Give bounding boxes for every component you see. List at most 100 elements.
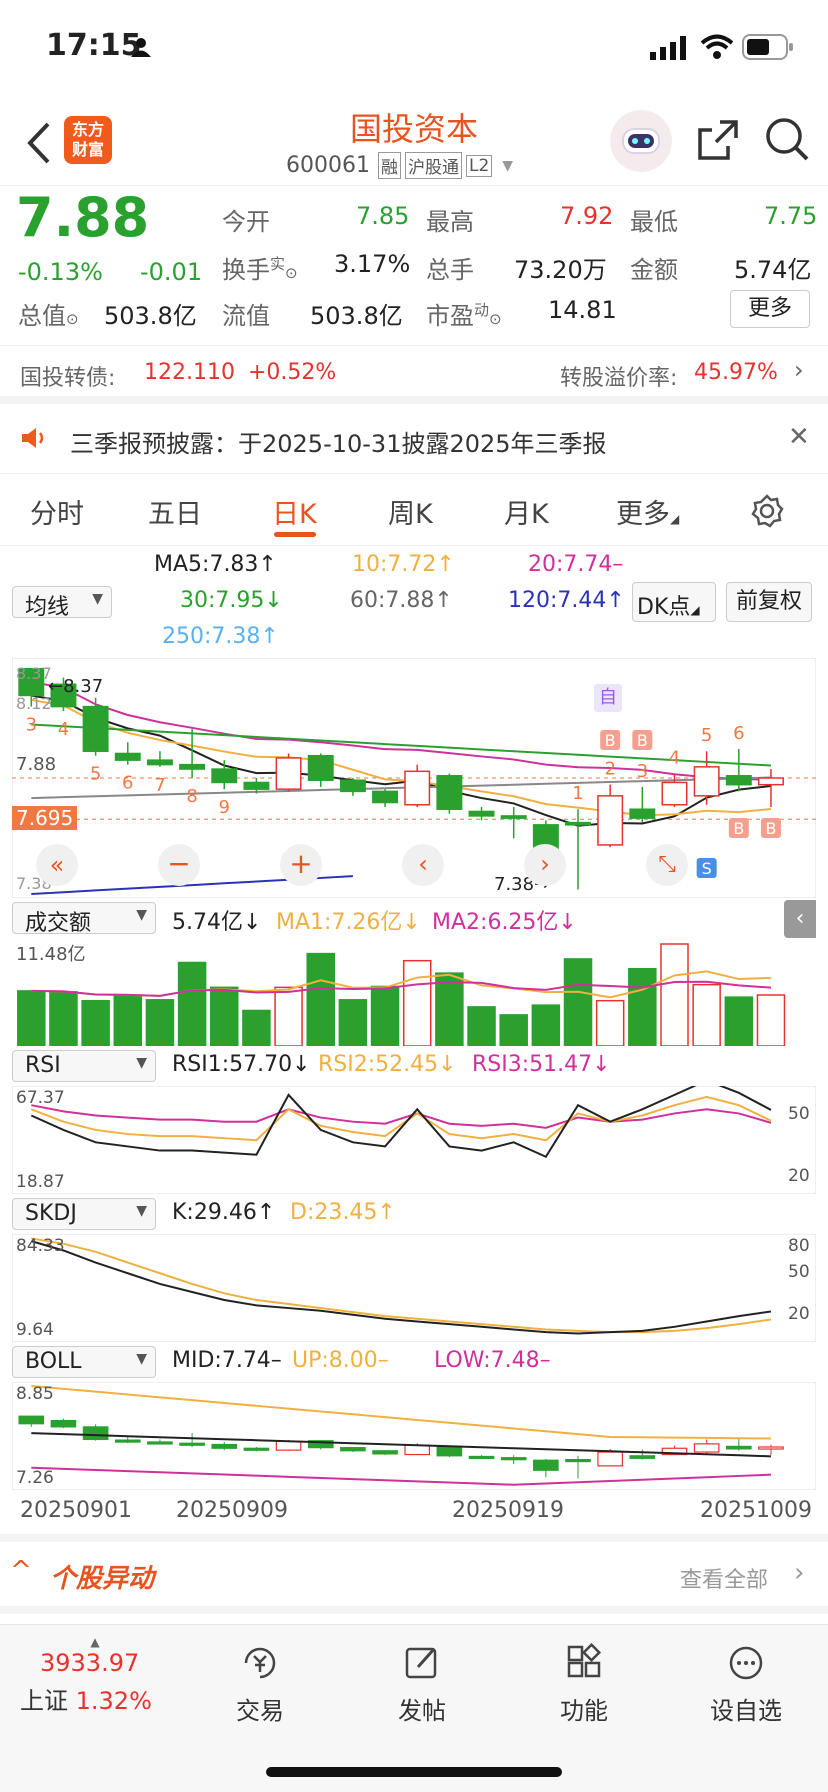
cb-premium-label: 转股溢价率: — [560, 366, 678, 391]
movers-title: 个股异动 — [50, 1564, 155, 1594]
dk-point-button[interactable]: DK点◢ — [632, 582, 716, 622]
volume-bar — [49, 991, 78, 1046]
nav-trade[interactable]: 交易 — [200, 1643, 320, 1726]
k-axis-mid: 8.12 — [16, 694, 52, 713]
float-value: 503.8亿 — [310, 302, 403, 330]
edit-icon — [405, 1647, 437, 1679]
tab-five-day[interactable]: 五日 — [148, 492, 202, 531]
share-icon[interactable] — [696, 118, 740, 162]
view-all-link[interactable]: 查看全部 — [680, 1562, 768, 1594]
td-count-tag: 7 — [154, 775, 165, 796]
ma20-value: 20:7.74– — [528, 552, 624, 577]
zoom-in-button[interactable]: + — [280, 844, 322, 886]
td-count-tag: 6 — [733, 723, 744, 744]
candle-body — [307, 754, 334, 781]
volume-bar — [242, 1009, 271, 1046]
tab-weekly-k[interactable]: 周K — [388, 492, 433, 531]
rsi-ref-20: 20 — [788, 1166, 810, 1186]
badge-margin: 融 — [377, 152, 401, 179]
chart-tabs: 分时 五日 日K 周K 月K 更多◢ — [0, 474, 828, 546]
indicator-select-boll[interactable]: BOLL ▼ — [12, 1346, 156, 1378]
candle-body — [758, 777, 784, 786]
k-high-label: ←8.37 — [48, 676, 104, 697]
td-count-tag: 4 — [669, 748, 680, 769]
skdj-axis-bottom: 9.64 — [16, 1320, 54, 1340]
wifi-icon — [700, 34, 734, 59]
ma5-value: MA5:7.83↑ — [154, 552, 277, 577]
td-count-tag: 2 — [604, 759, 615, 780]
nav-post[interactable]: 发帖 — [362, 1643, 482, 1726]
badge-hk-connect: 沪股通 — [404, 152, 462, 179]
convertible-bond-row[interactable]: 国投转债: 122.110 +0.52% 转股溢价率: 45.97% › — [0, 346, 828, 404]
open-value: 7.85 — [356, 202, 410, 230]
volume-value: 73.20万 — [514, 256, 607, 284]
skdj-k-value: K:29.46↑ — [172, 1200, 276, 1225]
cb-premium: 45.97% — [694, 360, 778, 385]
boll-candle-body — [629, 1455, 656, 1459]
info-icon: ⊙ — [489, 310, 502, 328]
more-button[interactable]: 更多 — [730, 290, 810, 328]
ai-assistant-avatar[interactable] — [610, 110, 672, 172]
td-count-tag: 5 — [90, 764, 101, 785]
volume-ma1: MA1:7.26亿↓ — [276, 910, 421, 935]
indicator-select-skdj[interactable]: SKDJ ▼ — [12, 1198, 156, 1230]
td-count-tag: 4 — [58, 719, 69, 740]
stock-code-row[interactable]: 600061 融 沪股通 L2 ▼ — [286, 152, 513, 179]
td-count-tag: 9 — [219, 797, 230, 818]
indicator-select-rsi[interactable]: RSI ▼ — [12, 1050, 156, 1082]
tab-monthly-k[interactable]: 月K — [504, 492, 549, 531]
stock-movers-row[interactable]: ^ 个股异动 查看全部 › — [0, 1548, 828, 1614]
candle-body — [565, 821, 591, 826]
amount-label: 金额 — [630, 256, 678, 284]
chevron-up-icon: ^ — [10, 1556, 32, 1586]
tab-daily-k[interactable]: 日K — [272, 492, 317, 531]
tab-intraday[interactable]: 分时 — [30, 492, 84, 531]
tab-more[interactable]: 更多◢ — [616, 492, 679, 531]
candle-body — [146, 759, 173, 766]
zoom-out-button[interactable]: − — [158, 844, 200, 886]
info-icon: ⊙ — [66, 310, 79, 328]
nav-functions[interactable]: 功能 — [524, 1643, 644, 1726]
search-icon[interactable] — [764, 116, 810, 162]
mcap-label: 总值⊙ — [18, 302, 79, 330]
rsi3-value: RSI3:51.47↓ — [472, 1052, 611, 1077]
nav-add-watchlist[interactable]: 设自选 — [686, 1643, 806, 1726]
indicator-select-ma[interactable]: 均线 ▼ — [12, 586, 112, 620]
ma250-value: 250:7.38↑ — [162, 624, 279, 649]
boll-candle-body — [500, 1457, 527, 1461]
collapse-panel-button[interactable]: ‹ — [784, 900, 816, 938]
index-change: 1.32% — [75, 1687, 152, 1715]
volume-bar — [370, 985, 400, 1046]
close-icon[interactable]: ✕ — [788, 422, 810, 452]
boll-chart — [12, 1382, 816, 1490]
ma120-value: 120:7.44↑ — [508, 588, 625, 613]
candle-body — [275, 757, 302, 790]
candle-body — [372, 790, 399, 804]
home-indicator — [266, 1767, 562, 1777]
boll-low-value: LOW:7.48– — [434, 1348, 551, 1373]
scroll-left-fast-button[interactable]: « — [36, 844, 78, 886]
date-label: 20250919 — [452, 1498, 564, 1523]
amount-value: 5.74亿 — [734, 256, 812, 284]
date-label: 20250909 — [176, 1498, 288, 1523]
candle-body — [211, 768, 238, 784]
volume-bar — [435, 972, 464, 1046]
volume-bar — [177, 961, 207, 1046]
candle-body — [725, 775, 752, 786]
speaker-icon — [22, 428, 44, 448]
buy-signal-label: B — [605, 731, 616, 750]
mcap-value: 503.8亿 — [104, 302, 197, 330]
volume-value: 5.74亿↓ — [172, 910, 262, 935]
pe-value: 14.81 — [548, 296, 617, 324]
scroll-right-button[interactable]: › — [524, 844, 566, 886]
index-ticker[interactable]: ▲ 3933.97 上证 1.32% — [20, 1635, 170, 1716]
price-adjust-button[interactable]: 前复权 — [726, 582, 812, 622]
scroll-left-button[interactable]: ‹ — [402, 844, 444, 886]
skdj-ref-20: 20 — [788, 1304, 810, 1324]
fullscreen-icon[interactable]: ⤡ — [646, 844, 688, 886]
rsi-legend: RSI ▼ RSI1:57.70↓ RSI2:52.45↓ RSI3:51.47↓ — [0, 1050, 828, 1086]
gear-icon[interactable] — [750, 494, 784, 528]
boll-candle-body — [18, 1415, 45, 1425]
indicator-select-volume[interactable]: 成交额 ▼ — [12, 902, 156, 936]
notice-bar[interactable]: 三季报预披露：于2025-10-31披露2025年三季报 ✕ — [0, 404, 828, 474]
